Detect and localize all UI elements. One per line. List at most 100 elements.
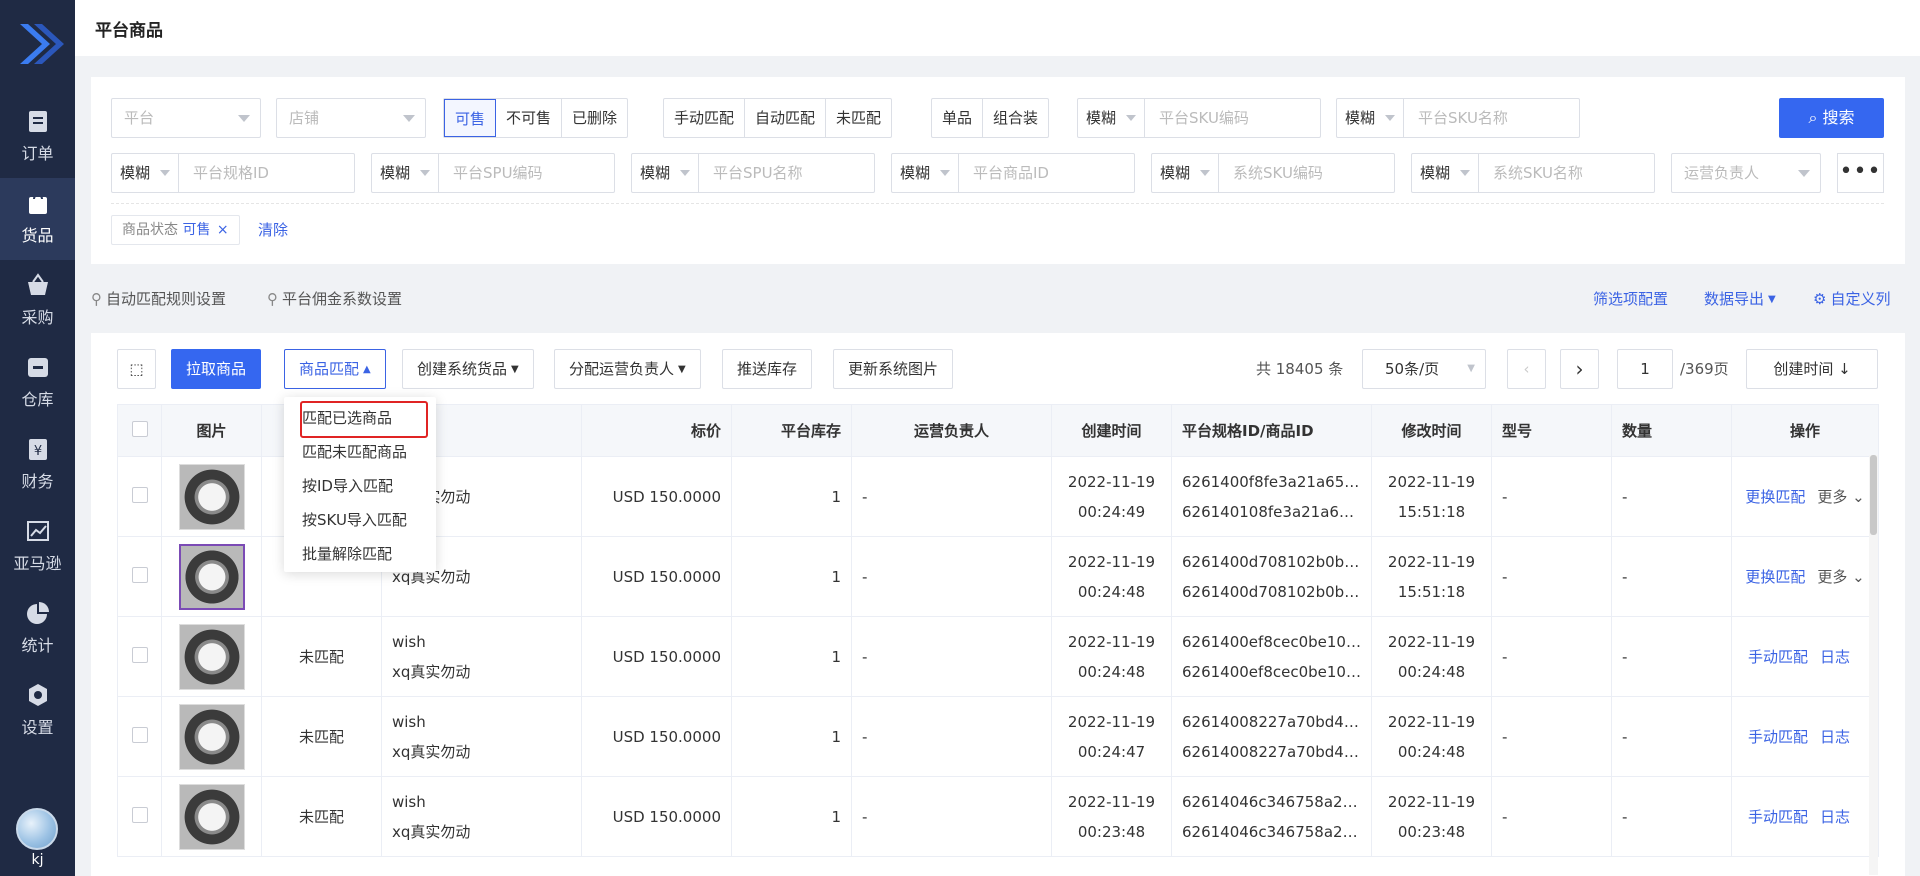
shop-select[interactable]: 店铺 xyxy=(276,98,426,138)
match-mode-select[interactable]: 模糊 xyxy=(1152,154,1219,192)
table-vertical-scrollbar[interactable] xyxy=(1869,455,1878,875)
status-unsellable[interactable]: 不可售 xyxy=(496,99,563,137)
change-match-link[interactable]: 更换匹配 xyxy=(1745,568,1805,586)
stock-cell[interactable]: 1 xyxy=(731,456,852,537)
nav-item-stats[interactable]: 统计 xyxy=(0,588,75,670)
menu-item-import-by-sku[interactable]: 按SKU导入匹配 xyxy=(302,509,407,530)
clear-filters-link[interactable]: 清除 xyxy=(258,219,288,240)
data-export-link[interactable]: 数据导出 ▼ xyxy=(1704,288,1776,309)
match-none[interactable]: 未匹配 xyxy=(826,99,891,137)
manual-match-link[interactable]: 手动匹配 xyxy=(1748,648,1808,666)
status-sellable[interactable]: 可售 xyxy=(444,99,497,137)
commission-settings-link[interactable]: ⚲ 平台佣金系数设置 xyxy=(267,288,402,309)
page-size-select[interactable]: 50条/页 ▼ xyxy=(1362,349,1486,389)
match-mode-select[interactable]: 模糊 xyxy=(1337,99,1404,137)
prev-page-button[interactable]: ‹ xyxy=(1507,349,1546,389)
platform-spu-code-input[interactable]: 平台SPU编码 xyxy=(439,154,543,192)
menu-item-match-unmatched[interactable]: 匹配未匹配商品 xyxy=(302,441,407,462)
system-sku-code-filter[interactable]: 模糊 系统SKU编码 xyxy=(1151,153,1395,193)
nav-item-purchase[interactable]: 采购 xyxy=(0,260,75,342)
operator-select[interactable]: 运营负责人 xyxy=(1671,153,1821,193)
platform-select[interactable]: 平台 xyxy=(111,98,261,138)
push-stock-button[interactable]: 推送库存 xyxy=(722,349,813,389)
model-cell: - xyxy=(1491,616,1612,697)
filter-config-link[interactable]: 筛选项配置 xyxy=(1593,288,1668,309)
manual-match-link[interactable]: 手动匹配 xyxy=(1748,728,1808,746)
next-page-button[interactable]: › xyxy=(1560,349,1599,389)
platform-spu-name-filter[interactable]: 模糊 平台SPU名称 xyxy=(631,153,875,193)
platform-sku-code-filter[interactable]: 模糊 平台SKU编码 xyxy=(1077,98,1321,138)
more-filters-button[interactable]: ••• xyxy=(1837,153,1884,193)
stock-cell[interactable]: 1 xyxy=(731,536,852,617)
status-deleted[interactable]: 已删除 xyxy=(562,99,627,137)
nav-item-orders[interactable]: 订单 xyxy=(0,96,75,178)
stock-cell[interactable]: 1 xyxy=(731,776,852,857)
custom-columns-link[interactable]: ⚙ 自定义列 xyxy=(1813,288,1890,309)
platform-sku-name-input[interactable]: 平台SKU名称 xyxy=(1404,99,1508,137)
match-mode-select[interactable]: 模糊 xyxy=(892,154,959,192)
search-button[interactable]: ⌕ 搜索 xyxy=(1779,98,1884,138)
menu-item-batch-unmatch[interactable]: 批量解除匹配 xyxy=(302,543,392,564)
product-thumbnail[interactable] xyxy=(178,703,245,770)
kind-single[interactable]: 单品 xyxy=(932,99,984,137)
product-thumbnail[interactable] xyxy=(178,543,245,610)
product-thumbnail[interactable] xyxy=(178,623,245,690)
auto-match-rules-link[interactable]: ⚲ 自动匹配规则设置 xyxy=(91,288,226,309)
select-mode-button[interactable]: ⬚ xyxy=(117,349,156,389)
platform-spec-id-filter[interactable]: 模糊 平台规格ID xyxy=(111,153,355,193)
platform-spu-name-input[interactable]: 平台SPU名称 xyxy=(699,154,803,192)
nav-item-finance[interactable]: ¥ 财务 xyxy=(0,424,75,506)
row-checkbox[interactable] xyxy=(131,806,148,823)
pull-products-button[interactable]: 拉取商品 xyxy=(171,349,262,389)
update-system-image-button[interactable]: 更新系统图片 xyxy=(833,349,954,389)
log-link[interactable]: 日志 xyxy=(1820,728,1850,746)
log-link[interactable]: 日志 xyxy=(1820,648,1850,666)
platform-sku-name-filter[interactable]: 模糊 平台SKU名称 xyxy=(1336,98,1580,138)
product-thumbnail[interactable] xyxy=(178,783,245,850)
platform-sku-code-input[interactable]: 平台SKU编码 xyxy=(1145,99,1249,137)
platform-product-id-filter[interactable]: 模糊 平台商品ID xyxy=(891,153,1135,193)
avatar[interactable] xyxy=(16,808,58,850)
nav-item-goods[interactable]: 货品 xyxy=(0,178,75,260)
system-sku-name-filter[interactable]: 模糊 系统SKU名称 xyxy=(1411,153,1655,193)
change-match-link[interactable]: 更换匹配 xyxy=(1745,488,1805,506)
match-mode-select[interactable]: 模糊 xyxy=(632,154,699,192)
more-menu[interactable]: 更多 ⌄ xyxy=(1817,488,1864,506)
stock-cell[interactable]: 1 xyxy=(731,616,852,697)
menu-item-import-by-id[interactable]: 按ID导入匹配 xyxy=(302,475,393,496)
manual-match-link[interactable]: 手动匹配 xyxy=(1748,808,1808,826)
row-checkbox[interactable] xyxy=(131,726,148,743)
more-menu[interactable]: 更多 ⌄ xyxy=(1817,568,1864,586)
scrollbar-thumb[interactable] xyxy=(1870,455,1877,535)
sort-select[interactable]: 创建时间 ↓ xyxy=(1746,349,1878,389)
close-icon[interactable]: × xyxy=(217,222,229,238)
match-manual[interactable]: 手动匹配 xyxy=(664,99,746,137)
caret-down-icon: ▼ xyxy=(678,363,686,375)
product-thumbnail[interactable] xyxy=(178,463,245,530)
page-number-input[interactable]: 1 xyxy=(1617,349,1673,389)
row-checkbox[interactable] xyxy=(131,646,148,663)
system-sku-code-input[interactable]: 系统SKU编码 xyxy=(1219,154,1323,192)
nav-item-settings[interactable]: 设置 xyxy=(0,670,75,752)
product-match-button[interactable]: 商品匹配 ▲ xyxy=(284,349,386,389)
select-all-checkbox[interactable] xyxy=(131,420,148,437)
platform-spec-id-input[interactable]: 平台规格ID xyxy=(179,154,269,192)
kind-combo[interactable]: 组合装 xyxy=(983,99,1048,137)
row-checkbox[interactable] xyxy=(131,566,148,583)
match-auto[interactable]: 自动匹配 xyxy=(745,99,827,137)
stock-cell[interactable]: 1 xyxy=(731,696,852,777)
app-logo-icon[interactable] xyxy=(12,18,64,70)
row-checkbox[interactable] xyxy=(131,486,148,503)
nav-item-amazon[interactable]: 亚马逊 xyxy=(0,506,75,588)
nav-item-warehouse[interactable]: 仓库 xyxy=(0,342,75,424)
create-system-goods-button[interactable]: 创建系统货品 ▼ xyxy=(402,349,534,389)
match-mode-select[interactable]: 模糊 xyxy=(1412,154,1479,192)
platform-product-id-input[interactable]: 平台商品ID xyxy=(959,154,1049,192)
log-link[interactable]: 日志 xyxy=(1820,808,1850,826)
platform-spu-code-filter[interactable]: 模糊 平台SPU编码 xyxy=(371,153,615,193)
match-mode-select[interactable]: 模糊 xyxy=(112,154,179,192)
system-sku-name-input[interactable]: 系统SKU名称 xyxy=(1479,154,1583,192)
assign-operator-button[interactable]: 分配运营负责人 ▼ xyxy=(554,349,701,389)
match-mode-select[interactable]: 模糊 xyxy=(1078,99,1145,137)
match-mode-select[interactable]: 模糊 xyxy=(372,154,439,192)
